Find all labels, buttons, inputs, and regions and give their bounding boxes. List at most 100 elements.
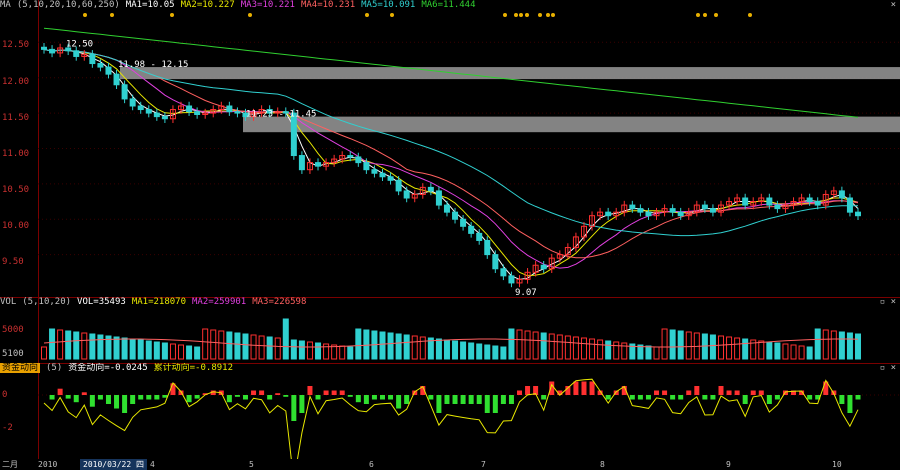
y-tick: 11.50 [2, 113, 30, 123]
indicator-bar [331, 390, 337, 395]
indicator-bar [444, 395, 450, 404]
volume-bar [298, 340, 305, 360]
indicator-bar [436, 395, 442, 413]
volume-bar [669, 329, 676, 360]
volume-bar [766, 341, 773, 360]
candle-body [677, 211, 684, 217]
ma1-line [43, 48, 859, 280]
volume-bar [73, 331, 80, 360]
volume-bar [540, 332, 547, 360]
volume-panel[interactable]: VOL (5,10,20) VOL=35493 MA1=218070 MA2=25990… [0, 297, 900, 363]
indicator-bar [428, 395, 434, 400]
volume-bar [645, 345, 652, 360]
volume-bar [460, 341, 467, 360]
signal-marker [514, 13, 518, 17]
candle-body [105, 66, 112, 75]
period-label[interactable]: 二月 [2, 459, 18, 470]
price-panel[interactable]: MA (5,10,20,10,60,250) MA1=10.05 MA2=10.227… [0, 0, 900, 297]
candle-body [49, 48, 56, 54]
signal-marker [110, 13, 114, 17]
indicator-bar [484, 395, 490, 413]
volume-bar [121, 337, 128, 360]
indicator-bar [347, 395, 353, 397]
indicator-bar [57, 388, 63, 395]
volume-bar [838, 331, 845, 360]
volume-bar [234, 332, 241, 360]
volume-bar [653, 346, 660, 360]
indicator-bar [541, 395, 547, 400]
volume-bar [435, 338, 442, 360]
indicator-chart[interactable] [0, 363, 900, 459]
volume-bar [855, 333, 861, 360]
indicator-bar [299, 395, 305, 413]
resistance-zone [120, 67, 900, 80]
volume-bar [49, 328, 56, 360]
month-tick: 5 [249, 460, 254, 469]
signal-marker [248, 13, 252, 17]
indicator-bar [379, 395, 385, 400]
volume-bar [556, 334, 563, 360]
indicator-bar [315, 395, 321, 400]
indicator-bar [549, 381, 555, 395]
volume-bar [387, 332, 394, 360]
indicator-bar [339, 390, 345, 395]
volume-bar [508, 328, 515, 360]
volume-bar [830, 330, 837, 360]
y-tick: 12.50 [2, 40, 30, 50]
indicator-bar [251, 390, 257, 395]
signal-marker [703, 13, 707, 17]
indicator-bar [396, 395, 402, 409]
indicator-bar [388, 395, 394, 400]
month-tick: 4 [150, 460, 155, 469]
indicator-bar [130, 395, 136, 404]
candle-body [41, 46, 47, 50]
candle-body [435, 190, 442, 206]
volume-bar [846, 332, 853, 360]
candle-body [846, 197, 853, 213]
indicator-bar [839, 395, 845, 404]
volume-bar [621, 342, 628, 360]
volume-bar [758, 340, 765, 360]
indicator-bar [686, 390, 692, 395]
price-chart[interactable]: 12.50 11.98 - 12.15 11.23 - 11.45 9.07 [0, 0, 900, 297]
signal-marker [503, 13, 507, 17]
volume-bar [194, 346, 201, 360]
signal-marker [546, 13, 550, 17]
volume-bar [129, 338, 136, 360]
time-axis[interactable]: 二月 2010 2010/03/22 四 4 5 6 7 8 9 10 [0, 459, 900, 470]
month-tick: 9 [726, 460, 731, 469]
candle-body [427, 186, 434, 192]
candle-body [387, 176, 394, 181]
indicator-bar [291, 395, 297, 421]
volume-bar [589, 338, 596, 360]
candle-body [838, 190, 845, 199]
volume-bar [484, 344, 491, 360]
year-label: 2010 [38, 460, 58, 469]
candle-body [315, 162, 322, 167]
indicator-panel[interactable]: 资金动向 (5) 资金动向=-0.0245 累计动向=-0.8912 ▫ × 0 -2 [0, 363, 900, 459]
volume-bar [443, 339, 450, 360]
y-tick: 10.00 [2, 221, 30, 231]
indicator-bar [283, 395, 289, 397]
volume-chart[interactable] [0, 297, 900, 363]
candle-body [460, 218, 467, 227]
candle-body [492, 254, 499, 270]
candle-body [379, 172, 386, 178]
volume-bar [57, 329, 64, 360]
indicator-bar [637, 395, 643, 400]
volume-bar [89, 333, 96, 360]
candle-body [669, 208, 676, 213]
volume-bar [597, 339, 604, 360]
volume-bar [355, 328, 362, 360]
volume-bar [516, 329, 523, 360]
month-tick: 10 [832, 460, 842, 469]
candle-body [186, 105, 193, 113]
volume-bar [145, 340, 152, 360]
candle-body [701, 204, 708, 210]
volume-bar [613, 341, 620, 360]
indicator-bar [742, 395, 748, 404]
candle-body [347, 155, 354, 158]
indicator-bar [678, 395, 684, 400]
resistance-zone [243, 116, 900, 133]
indicator-bar [162, 395, 168, 398]
